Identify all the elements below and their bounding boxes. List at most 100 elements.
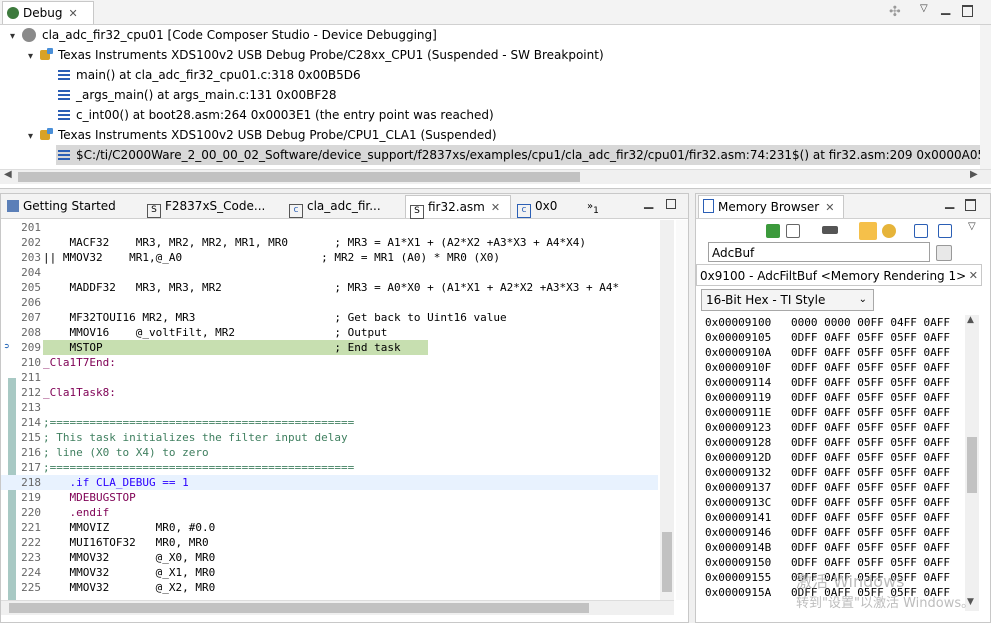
chevron-down-icon[interactable]: ▾ [28,127,40,147]
more-tabs[interactable]: »1 [583,195,613,218]
tab-debug[interactable]: Debug ✕ [2,1,94,24]
address-input[interactable]: AdcBuf [708,242,930,262]
tab-debug-label: Debug [23,6,63,20]
activation-watermark: 激活 Windows 转到"设置"以激活 Windows。 [796,572,975,611]
format-select-value: 16-Bit Hex - TI Style [706,293,826,307]
asm-file-icon: S [147,204,161,218]
scrollbar-thumb[interactable] [967,437,977,493]
code-line: 206 [21,296,41,309]
code-area[interactable]: ➲ 201 202 MACF32 MR3, MR2, MR2, MR1, MR0… [1,220,658,600]
memory-row[interactable]: 0x0000910F 0DFF 0AFF 05FF 05FF 0AFF [705,360,950,375]
close-icon[interactable]: ✕ [969,265,978,287]
tree-item-session[interactable]: ▾ cla_adc_fir32_cpu01 [Code Composer Stud… [10,25,437,45]
close-icon[interactable]: ✕ [68,7,77,20]
tree-item-label: main() at cla_adc_fir32_cpu01.c:318 0x00… [76,68,361,82]
memory-row[interactable]: 0x0000915A 0DFF 0AFF 05FF 05FF 0AFF [705,585,950,600]
view-menu-icon[interactable]: ▽ [968,221,976,232]
go-icon[interactable] [936,245,952,261]
scroll-left-icon[interactable]: ◀ [4,169,12,180]
tab-label: Getting Started [23,199,116,213]
vertical-scrollbar[interactable] [980,25,991,169]
restore-icon[interactable] [666,199,676,209]
tab-memory-browser[interactable]: Memory Browser ✕ [698,195,844,218]
code-line: 220 .endif [21,506,110,519]
refresh-icon[interactable] [766,224,780,238]
code-line: 208 MMOV16 @_voltFilt, MR2 ; Output [21,326,388,339]
memory-row[interactable]: 0x00009146 0DFF 0AFF 05FF 05FF 0AFF [705,525,950,540]
memory-row[interactable]: 0x00009105 0DFF 0AFF 05FF 05FF 0AFF [705,330,950,345]
scrollbar-thumb[interactable] [9,603,589,613]
tab-memory-rendering[interactable]: 0x9100 - AdcFiltBuf <Memory Rendering 1>… [696,264,982,286]
overview-ruler [676,220,688,600]
close-icon[interactable]: ✕ [825,201,834,214]
scroll-right-icon[interactable]: ▶ [970,169,978,180]
memory-row[interactable]: 0x00009119 0DFF 0AFF 05FF 05FF 0AFF [705,390,950,405]
code-line: 221 MMOVIZ MR0, #0.0 [21,521,216,534]
pin-icon[interactable] [938,224,952,238]
horizontal-scrollbar[interactable] [1,600,674,615]
memory-row[interactable]: 0x00009150 0DFF 0AFF 05FF 05FF 0AFF [705,555,950,570]
view-menu-icon[interactable]: ▽ [920,3,928,14]
memory-tabbar: Memory Browser ✕ ▁ [696,194,990,219]
code-line: 212 _Cla1Task8: [21,386,116,399]
link-icon[interactable] [859,222,877,240]
chevron-down-icon[interactable]: ▾ [28,47,40,67]
memory-row[interactable]: 0x00009128 0DFF 0AFF 05FF 05FF 0AFF [705,435,950,450]
code-line: 211 [21,371,41,384]
remove-terminated-icon[interactable]: ✣ [889,4,905,20]
scroll-up-icon[interactable]: ▲ [967,315,974,325]
tree-item-frame-selected[interactable]: $C:/ti/C2000Ware_2_00_00_02_Software/dev… [56,145,980,165]
horizontal-scrollbar[interactable]: ◀ ▶ [0,169,991,184]
tree-item-frame[interactable]: main() at cla_adc_fir32_cpu01.c:318 0x00… [58,65,361,85]
maximize-icon[interactable] [962,5,973,17]
minimize-icon[interactable]: ▁ [945,195,954,209]
vertical-scrollbar[interactable] [660,220,674,600]
stack-frame-icon [58,70,70,80]
tab-label: 1 [593,206,599,216]
minimize-icon[interactable]: ▁ [644,195,653,209]
code-line: 219 MDEBUGSTOP [21,491,136,504]
memory-row[interactable]: 0x00009132 0DFF 0AFF 05FF 05FF 0AFF [705,465,950,480]
tab-fir32-asm[interactable]: Sfir32.asm ✕ [405,195,511,219]
close-icon[interactable]: ✕ [491,201,500,214]
tab-cla-adc-fir[interactable]: c cla_adc_fir... [285,195,403,218]
code-line: 203 || MMOV32 MR1,@_A0 ; MR2 = MR1 (A0) *… [21,251,500,264]
memory-row[interactable]: 0x00009100 0000 0000 00FF 04FF 0AFF [705,315,950,330]
tab-f2837xs-code[interactable]: S F2837xS_Code... [143,195,281,218]
tree-item-cpu1[interactable]: ▾ Texas Instruments XDS100v2 USB Debug Pr… [28,45,604,65]
memory-row[interactable]: 0x0000911E 0DFF 0AFF 05FF 05FF 0AFF [705,405,950,420]
minimize-icon[interactable]: ▁ [941,1,950,15]
tab-label: 0x0 [535,199,558,213]
scrollbar-thumb[interactable] [18,172,580,182]
tab-0x0[interactable]: c 0x0 [513,195,579,218]
memory-row[interactable]: 0x00009141 0DFF 0AFF 05FF 05FF 0AFF [705,510,950,525]
code-line: 205 MADDF32 MR3, MR3, MR2 ; MR3 = A0*X0 … [21,281,620,294]
import-memory-icon[interactable] [786,224,800,238]
memory-row[interactable]: 0x00009155 0DFF 0AFF 05FF 05FF 0AFF [705,570,950,585]
tree-item-frame[interactable]: _args_main() at args_main.c:131 0x00BF28 [58,85,337,105]
code-line: 224 MMOV32 @_X1, MR0 [21,566,216,579]
format-select[interactable]: 16-Bit Hex - TI Style ⌄ [701,289,874,311]
sync-icon[interactable] [882,224,896,238]
code-line: 215; This task initializes the filter in… [21,431,348,444]
memory-row[interactable]: 0x0000912D 0DFF 0AFF 05FF 05FF 0AFF [705,450,950,465]
memory-row[interactable]: 0x00009114 0DFF 0AFF 05FF 05FF 0AFF [705,375,950,390]
editor-tabbar: Getting Started S F2837xS_Code... c cla_ad… [1,194,688,219]
memory-row[interactable]: 0x0000914B 0DFF 0AFF 05FF 05FF 0AFF [705,540,950,555]
memory-row[interactable]: 0x00009137 0DFF 0AFF 05FF 05FF 0AFF [705,480,950,495]
memory-chip-icon[interactable] [822,226,838,234]
chevron-down-icon[interactable]: ▾ [10,27,22,47]
memory-row[interactable]: 0x00009123 0DFF 0AFF 05FF 05FF 0AFF [705,420,950,435]
maximize-icon[interactable] [965,199,976,211]
tab-getting-started[interactable]: Getting Started [3,195,139,218]
memory-row[interactable]: 0x0000910A 0DFF 0AFF 05FF 05FF 0AFF [705,345,950,360]
code-line: 225 MMOV32 @_X2, MR0 [21,581,216,594]
new-tab-icon[interactable] [914,224,928,238]
chevron-down-icon: ⌄ [858,294,867,305]
memory-row[interactable]: 0x0000913C 0DFF 0AFF 05FF 05FF 0AFF [705,495,950,510]
tree-item-cla1[interactable]: ▾ Texas Instruments XDS100v2 USB Debug Pr… [28,125,497,145]
scrollbar-thumb[interactable] [662,532,672,592]
code-line: 202 MACF32 MR3, MR2, MR2, MR1, MR0 ; MR3… [21,236,587,249]
tree-item-frame[interactable]: c_int00() at boot28.asm:264 0x0003E1 (th… [58,105,494,125]
vertical-scrollbar[interactable]: ▲ ▼ [965,315,979,611]
